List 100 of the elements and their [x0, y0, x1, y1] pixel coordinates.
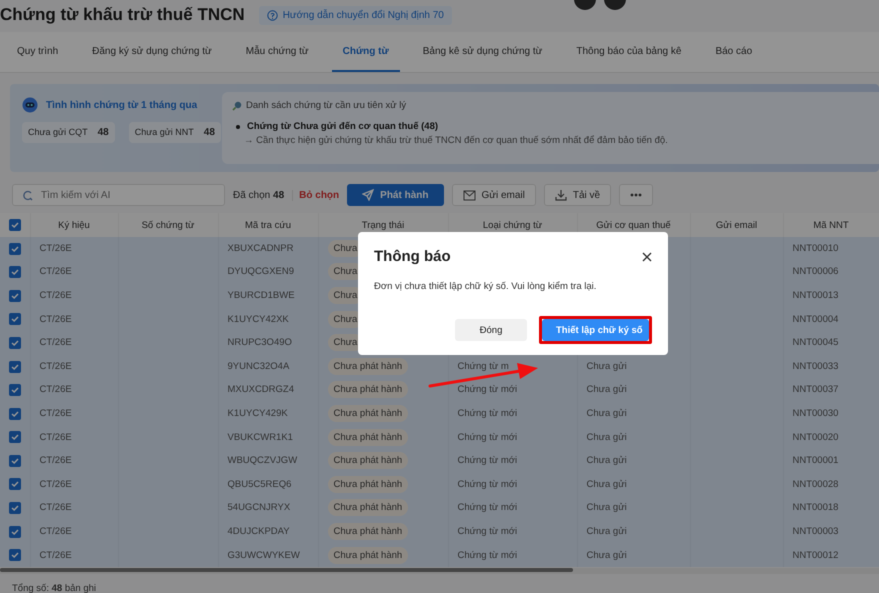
dialog-message: Đơn vị chưa thiết lập chữ ký số. Vui lòng kiểm tra lại.	[374, 281, 598, 292]
table-cell: Chưa gửi	[577, 354, 690, 379]
row-checkbox[interactable]	[8, 313, 21, 326]
table-cell: CT/26E	[30, 496, 118, 520]
table-cell: CT/26E	[30, 354, 118, 379]
column-header: Ký hiệu	[30, 213, 118, 237]
help-icon	[266, 10, 278, 20]
table-cell: CT/26E	[30, 472, 118, 497]
toolbar-button[interactable]: Tải về	[544, 184, 612, 206]
row-checkbox[interactable]	[8, 526, 21, 538]
table-cell: Chưa gửi	[577, 544, 690, 568]
priority-heading: Danh sách chứng từ cần ưu tiên xử lý	[246, 100, 406, 111]
summary-title: Tình hình chứng từ 1 tháng qua	[46, 100, 198, 110]
tab[interactable]: Quy trình	[6, 32, 70, 72]
table-cell: NRUPC3O49O	[218, 331, 318, 355]
table-cell: NNT00012	[783, 544, 879, 568]
tab[interactable]: Đăng ký sử dụng chứng từ	[81, 32, 223, 72]
bullet-icon	[236, 124, 240, 128]
row-checkbox[interactable]	[8, 502, 21, 514]
checkmark-icon	[10, 550, 20, 560]
row-checkbox[interactable]	[8, 336, 21, 349]
more-button[interactable]	[619, 184, 654, 206]
table-cell: NNT00004	[783, 308, 879, 332]
checkmark-icon	[10, 362, 20, 372]
table-cell: NNT00037	[783, 378, 879, 402]
download-icon	[554, 189, 567, 201]
table-cell: 9YUNC32O4A	[218, 354, 318, 379]
table-cell: K1UYCY429K	[218, 402, 318, 426]
tab[interactable]: Bảng kê sử dụng chứng từ	[412, 32, 554, 72]
row-checkbox[interactable]	[8, 266, 21, 278]
status-tag: Chưa phát hành	[328, 499, 408, 516]
table-cell: CT/26E	[30, 237, 118, 261]
tab[interactable]: Mẫu chứng từ	[234, 32, 320, 72]
checkmark-icon	[10, 432, 20, 442]
table-cell: Chứng từ mới	[448, 496, 577, 520]
row-checkbox[interactable]	[8, 242, 21, 255]
table-cell: Chưa gửi	[577, 472, 690, 497]
table-cell: K1UYCY42XK	[218, 308, 318, 332]
status-tag: Chưa phát hành	[328, 452, 408, 470]
table-cell: NNT00001	[783, 449, 879, 473]
table-cell: CT/26E	[30, 308, 118, 332]
close-button[interactable]: Đóng	[455, 319, 527, 341]
table-cell: Chứng từ mới	[448, 378, 577, 402]
search-icon	[22, 190, 33, 201]
search-field[interactable]: Tìm kiếm với AI	[12, 184, 225, 206]
table-cell: Chứng từ mới	[448, 472, 577, 497]
row-checkbox[interactable]	[8, 549, 21, 562]
table-cell: VBUKCWR1K1	[218, 426, 318, 450]
select-all-checkbox[interactable]	[8, 219, 21, 231]
checkmark-icon	[10, 408, 20, 419]
status-tag: Chưa phát hành	[328, 381, 408, 398]
tab[interactable]: Báo cáo	[704, 32, 764, 72]
row-checkbox[interactable]	[8, 478, 21, 490]
row-checkbox[interactable]	[8, 360, 21, 372]
table-cell: Chưa gửi	[577, 402, 690, 426]
table-cell: WBUQCZVJGW	[218, 449, 318, 473]
email-icon	[462, 190, 476, 200]
toolbar-button[interactable]: Gửi email	[452, 184, 536, 206]
clear-selection-link[interactable]: Bỏ chọn	[292, 190, 340, 200]
tab[interactable]: Chứng từ	[332, 32, 400, 72]
row-checkbox[interactable]	[8, 454, 21, 467]
status-tag: Chưa phát hành	[328, 404, 408, 422]
table-cell: QBU5C5REQ6	[218, 472, 318, 497]
table-cell: Chưa gửi	[577, 520, 690, 544]
checkmark-icon	[10, 220, 20, 230]
row-checkbox[interactable]	[8, 384, 21, 396]
column-header: Số chứng từ	[118, 213, 218, 237]
tab[interactable]: Thông báo của bảng kê	[565, 32, 692, 72]
table-cell: Chưa gửi	[577, 449, 690, 473]
stat-chip: Chưa gửi NNT 48	[128, 122, 221, 143]
table-cell: CT/26E	[30, 331, 118, 355]
stat-chip: Chưa gửi CQT 48	[22, 122, 115, 143]
table-cell: NNT00030	[783, 402, 879, 426]
selected-count: Đã chọn 48	[233, 190, 284, 200]
row-checkbox[interactable]	[8, 290, 21, 302]
row-checkbox[interactable]	[8, 408, 21, 420]
confirm-button[interactable]: Thiết lập chữ ký số	[542, 319, 649, 341]
toolbar-button[interactable]: Phát hành	[347, 184, 444, 206]
table-cell: NNT00013	[783, 284, 879, 308]
checkmark-icon	[10, 244, 20, 254]
table-cell: Chưa gửi	[577, 496, 690, 520]
column-header: Gửi email	[690, 213, 783, 237]
table-cell: Chứng từ mới	[448, 402, 577, 426]
table-cell: 4DUJCKPDAY	[218, 520, 318, 544]
table-cell: CT/26E	[30, 402, 118, 426]
table-cell: CT/26E	[30, 544, 118, 568]
checkmark-icon	[10, 503, 20, 514]
table-cell: CT/26E	[30, 520, 118, 544]
row-checkbox[interactable]	[8, 431, 21, 444]
guide-link[interactable]: Hướng dẫn chuyển đổi Nghị định 70	[258, 6, 452, 24]
table-cell: G3UWCWYKEW	[218, 544, 318, 568]
table-cell: Chứng từ mới	[448, 544, 577, 568]
scrollbar-thumb[interactable]	[0, 568, 573, 572]
close-icon[interactable]	[642, 252, 652, 262]
column-header: Mã NNT	[783, 213, 879, 237]
table-cell: CT/26E	[30, 449, 118, 473]
table-cell: Chưa gửi	[577, 378, 690, 402]
column-header: Mã tra cứu	[218, 213, 318, 237]
table-cell: MXUXCDRGZ4	[218, 378, 318, 402]
priority-detail: → Cần thực hiện gửi chứng từ khấu trừ thuế TNCN đến cơ quan thuế sớm nhất để đảm bảo tiến độ.	[243, 135, 669, 146]
